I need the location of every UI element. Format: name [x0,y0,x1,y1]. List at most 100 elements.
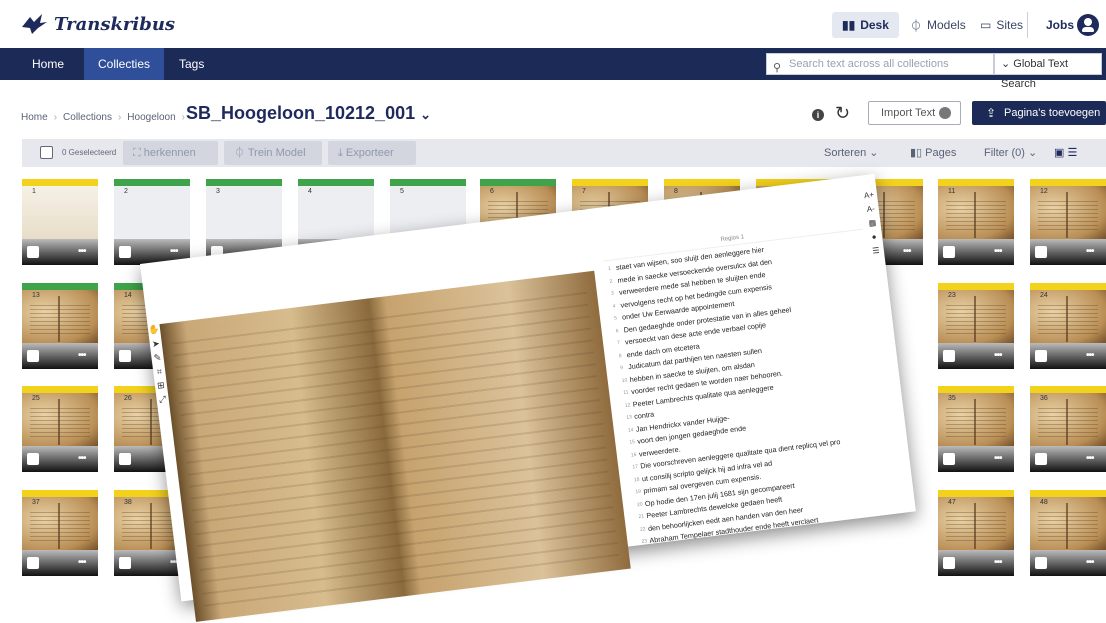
page-checkbox[interactable] [27,246,39,258]
page-thumbnail[interactable]: 36 ••• [1030,386,1106,472]
page-thumbnail[interactable]: 13 ••• [22,283,98,369]
download-icon: ⤓ [338,147,346,159]
nav-tags[interactable]: Tags [165,48,218,80]
sort-label: Sorteren [824,147,867,159]
export-button[interactable]: ⤓ Exporteer [328,141,416,165]
search-input[interactable]: ⚲ Search text across all collections [766,53,994,75]
page-checkbox[interactable] [27,453,39,465]
list-icon[interactable]: ☰ [869,244,883,259]
breadcrumb-separator: › [117,112,122,123]
page-number: 48 [1040,499,1048,506]
nav-home[interactable]: Home [18,48,78,80]
transkribus-logo[interactable]: Transkribus [20,13,175,35]
more-options-icon[interactable]: ••• [1086,453,1094,464]
filter-dropdown[interactable]: Filter (0) ⌄ [984,139,1037,167]
page-thumbnail[interactable]: 25 ••• [22,386,98,472]
page-checkbox[interactable] [27,350,39,362]
more-options-icon[interactable]: ••• [170,246,178,257]
status-bar [1030,179,1106,186]
nav-collecties[interactable]: Collecties [84,48,165,80]
select-all-checkbox[interactable] [40,146,53,159]
breadcrumb-home[interactable]: Home [21,112,48,123]
breadcrumb-collections[interactable]: Collections [63,112,112,123]
breadcrumb: Home › Collections › Hoogeloon › [21,112,185,123]
more-options-icon[interactable]: ••• [1086,350,1094,361]
chevron-down-icon: ⌄ [420,107,432,122]
page-checkbox[interactable] [1035,453,1047,465]
page-thumbnail[interactable]: 24 ••• [1030,283,1106,369]
bird-logo-icon [22,14,47,34]
page-number: 47 [948,499,956,506]
more-options-icon[interactable]: ••• [903,246,911,257]
more-options-icon[interactable]: ••• [994,557,1002,568]
list-view-icon[interactable]: ☰ [1067,147,1077,159]
page-checkbox[interactable] [1035,350,1047,362]
page-checkbox[interactable] [119,350,131,362]
page-number: 8 [674,188,678,195]
page-thumbnail[interactable]: 12 ••• [1030,179,1106,265]
search-scope-select[interactable]: ⌄ Global Text Search [994,53,1102,90]
more-options-icon[interactable]: ••• [994,246,1002,257]
refresh-icon[interactable]: ↻ [835,103,850,124]
nav-desk[interactable]: ▮▮ Desk [832,12,899,38]
nav-desk-label: Desk [860,18,889,32]
status-bar [938,490,1014,497]
toolbar: 0 Geselecteerd ⛶ herkennen ⏀ Trein Model… [22,139,1106,167]
page-checkbox[interactable] [943,246,955,258]
page-checkbox[interactable] [27,557,39,569]
page-number: 7 [582,188,586,195]
upload-icon [939,107,951,119]
page-title[interactable]: SB_Hoogeloon_10212_001 ⌄ [186,103,431,124]
pages-label: Pages [925,147,957,159]
view-toggle[interactable]: ▣ ☰ [1054,139,1077,167]
page-thumbnail[interactable]: 1 ••• [22,179,98,265]
page-checkbox[interactable] [943,557,955,569]
sort-dropdown[interactable]: Sorteren ⌄ [824,139,878,167]
status-bar [938,283,1014,290]
add-pages-button[interactable]: ⇪ Pagina's toevoegen [972,101,1106,125]
page-thumbnail[interactable]: 23 ••• [938,283,1014,369]
breadcrumb-collection[interactable]: Hoogeloon [127,112,175,123]
page-thumbnail[interactable]: 47 ••• [938,490,1014,576]
more-options-icon[interactable]: ••• [1086,246,1094,257]
pages-toggle[interactable]: ▮▯ Pages [910,139,956,167]
page-checkbox[interactable] [119,557,131,569]
nav-models[interactable]: ⏀ Models [900,12,976,38]
info-icon[interactable]: i [812,109,824,121]
import-text-button[interactable]: Import Text [868,101,961,125]
more-options-icon[interactable]: ••• [1086,557,1094,568]
nav-sites[interactable]: ▭ Sites [970,12,1033,38]
page-thumbnail[interactable]: 48 ••• [1030,490,1106,576]
more-options-icon[interactable]: ••• [78,453,86,464]
page-title-text: SB_Hoogeloon_10212_001 [186,103,416,123]
scan-icon: ⛶ [133,147,144,159]
user-avatar-icon[interactable] [1077,14,1099,36]
more-options-icon[interactable]: ••• [78,350,86,361]
model-icon: ⏀ [234,147,248,159]
filter-label: Filter (0) [984,147,1025,159]
more-options-icon[interactable]: ••• [78,246,86,257]
page-thumbnail[interactable]: 2 ••• [114,179,190,265]
breadcrumb-separator: › [181,112,186,123]
page-checkbox[interactable] [119,246,131,258]
page-checkbox[interactable] [943,453,955,465]
grid-view-icon[interactable]: ▣ [1054,147,1064,159]
recognize-button[interactable]: ⛶ herkennen [123,141,218,165]
more-options-icon[interactable]: ••• [994,350,1002,361]
transcription-panel: Regios 1 1 staet van wijsen, soo sluijt d… [601,215,897,545]
page-checkbox[interactable] [943,350,955,362]
train-model-button[interactable]: ⏀ Trein Model [224,141,322,165]
status-bar [22,386,98,393]
font-decrease-button[interactable]: A- [864,202,878,217]
logo-text: Transkribus [54,13,176,35]
more-options-icon[interactable]: ••• [994,453,1002,464]
more-options-icon[interactable]: ••• [78,557,86,568]
page-thumbnail[interactable]: 35 ••• [938,386,1014,472]
page-checkbox[interactable] [1035,246,1047,258]
status-bar [298,179,374,186]
page-thumbnail[interactable]: 11 ••• [938,179,1014,265]
page-checkbox[interactable] [1035,557,1047,569]
page-thumbnail[interactable]: 37 ••• [22,490,98,576]
recognize-label: herkennen [143,147,196,159]
page-checkbox[interactable] [119,453,131,465]
